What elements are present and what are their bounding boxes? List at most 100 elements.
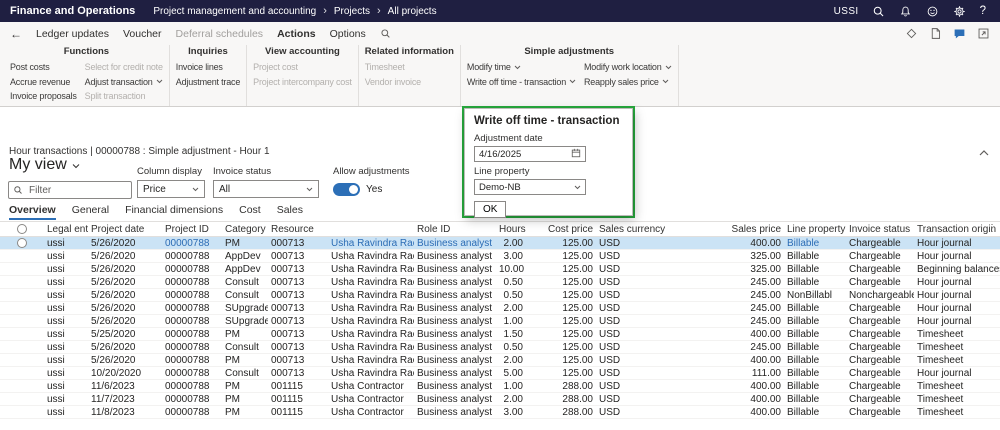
cell-resource_name[interactable]: Usha Contractor	[328, 393, 414, 406]
tab-ledger-updates[interactable]: Ledger updates	[36, 28, 109, 40]
line-property-select[interactable]: Demo-NB	[474, 179, 586, 195]
cell-line_property[interactable]: Billable	[784, 406, 846, 419]
cell-role[interactable]: Business analyst	[414, 289, 496, 302]
grid-tab-overview[interactable]: Overview	[9, 204, 56, 220]
cell-project_id[interactable]: 00000788	[162, 354, 222, 367]
cell-role[interactable]: Business analyst	[414, 406, 496, 419]
column-header-role[interactable]: Role ID	[414, 222, 496, 237]
ribbon-item-invoice-proposals[interactable]: Invoice proposals	[10, 89, 77, 104]
cell-project_id[interactable]: 00000788	[162, 406, 222, 419]
allow-adjustments-toggle[interactable]	[333, 183, 360, 196]
cell-line_property[interactable]: Billable	[784, 354, 846, 367]
cell-resource_name[interactable]: Usha Ravindra Rao	[328, 250, 414, 263]
cell-role[interactable]: Business analyst	[414, 393, 496, 406]
cell-resource_name[interactable]: Usha Ravindra Rao	[328, 354, 414, 367]
cell-project_id[interactable]: 00000788	[162, 250, 222, 263]
invoice-status-select[interactable]: All	[213, 180, 319, 198]
tab-voucher[interactable]: Voucher	[123, 28, 162, 40]
cell-resource_name[interactable]: Usha Ravindra Rao	[328, 341, 414, 354]
cell-project_id[interactable]: 00000788	[162, 380, 222, 393]
cell-project_id[interactable]: 00000788	[162, 367, 222, 380]
column-header-resource_name[interactable]	[328, 222, 414, 237]
grid-tab-cost[interactable]: Cost	[239, 204, 261, 220]
cell-role[interactable]: Business analyst	[414, 328, 496, 341]
breadcrumb-item-all-projects[interactable]: All projects	[388, 6, 437, 17]
table-row[interactable]: ussi5/26/202000000788Consult000713Usha R…	[0, 341, 1000, 354]
company-picker[interactable]: USSI	[834, 6, 859, 17]
column-header-resource[interactable]: Resource	[268, 222, 328, 237]
column-header-project_id[interactable]: Project ID	[162, 222, 222, 237]
action-search-icon[interactable]	[380, 28, 391, 39]
cell-role[interactable]: Business analyst	[414, 367, 496, 380]
cell-line_property[interactable]: Billable	[784, 302, 846, 315]
header-more-icon[interactable]: ⋮	[987, 223, 997, 234]
cell-project_id[interactable]: 00000788	[162, 302, 222, 315]
calendar-icon[interactable]	[571, 148, 581, 161]
cell-resource_name[interactable]: Usha Ravindra Rao	[328, 263, 414, 276]
cell-role[interactable]: Business analyst	[414, 263, 496, 276]
row-selector[interactable]	[0, 302, 44, 315]
grid-tab-general[interactable]: General	[72, 204, 109, 220]
table-row[interactable]: ussi5/26/202000000788SUpgrades000713Usha…	[0, 302, 1000, 315]
share-icon[interactable]	[905, 27, 918, 40]
row-selector[interactable]	[0, 263, 44, 276]
column-header-sales_price[interactable]: Sales price	[684, 222, 784, 237]
column-header-line_property[interactable]: Line property	[784, 222, 846, 237]
ribbon-item-write-off-time-transaction[interactable]: Write off time - transaction	[467, 75, 576, 90]
table-row[interactable]: ussi5/26/202000000788AppDev000713Usha Ra…	[0, 250, 1000, 263]
cell-resource_name[interactable]: Usha Ravindra Rao	[328, 315, 414, 328]
ribbon-item-accrue-revenue[interactable]: Accrue revenue	[10, 75, 77, 90]
table-row[interactable]: ussi5/26/202000000788Consult000713Usha R…	[0, 289, 1000, 302]
cell-project_id[interactable]: 00000788	[162, 237, 222, 250]
ribbon-item-adjustment-trace[interactable]: Adjustment trace	[176, 75, 240, 90]
back-icon[interactable]: ←	[10, 27, 22, 41]
cell-role[interactable]: Business analyst	[414, 250, 496, 263]
cell-line_property[interactable]: Billable	[784, 237, 846, 250]
table-row[interactable]: ussi5/26/202000000788AppDev000713Usha Ra…	[0, 263, 1000, 276]
cell-line_property[interactable]: Billable	[784, 380, 846, 393]
adjustment-date-input[interactable]: 4/16/2025	[474, 146, 586, 162]
cell-resource_name[interactable]: Usha Ravindra Rao	[328, 302, 414, 315]
row-selector[interactable]	[0, 367, 44, 380]
app-title[interactable]: Finance and Operations	[0, 5, 153, 17]
feedback-icon[interactable]	[926, 4, 940, 18]
breadcrumb-item-project-management-and-accounting[interactable]: Project management and accounting	[153, 6, 316, 17]
row-selector[interactable]	[0, 250, 44, 263]
cell-resource_name[interactable]: Usha Ravindra Rao	[328, 367, 414, 380]
cell-project_id[interactable]: 00000788	[162, 341, 222, 354]
help-icon[interactable]: ?	[980, 5, 986, 17]
cell-resource_name[interactable]: Usha Contractor	[328, 380, 414, 393]
row-selector[interactable]	[0, 341, 44, 354]
attachments-icon[interactable]	[929, 27, 942, 40]
table-row[interactable]: ussi5/25/202000000788PM000713Usha Ravind…	[0, 328, 1000, 341]
cell-line_property[interactable]: Billable	[784, 341, 846, 354]
ribbon-item-modify-time[interactable]: Modify time	[467, 60, 576, 75]
cell-line_property[interactable]: Billable	[784, 276, 846, 289]
row-selector[interactable]	[0, 276, 44, 289]
table-row[interactable]: ussi10/20/202000000788Consult000713Usha …	[0, 367, 1000, 380]
column-header-invoice_status[interactable]: Invoice status	[846, 222, 914, 237]
filter-input[interactable]	[27, 184, 127, 197]
settings-icon[interactable]	[953, 4, 967, 18]
column-header-sales_currency[interactable]: Sales currency	[596, 222, 684, 237]
ribbon-item-modify-work-location[interactable]: Modify work location	[584, 60, 672, 75]
row-selector[interactable]	[0, 406, 44, 419]
cell-resource_name[interactable]: Usha Ravindra Rao	[328, 276, 414, 289]
select-all-circle[interactable]	[17, 224, 27, 234]
row-selector[interactable]	[0, 328, 44, 341]
row-selector[interactable]	[0, 289, 44, 302]
row-select-circle[interactable]	[17, 238, 27, 248]
row-selector[interactable]	[0, 393, 44, 406]
cell-resource_name[interactable]: Usha Ravindra Rao	[328, 237, 414, 250]
column-header-legal_entity[interactable]: Legal entity	[44, 222, 88, 237]
cell-line_property[interactable]: Billable	[784, 250, 846, 263]
table-row[interactable]: ussi11/7/202300000788PM001115Usha Contra…	[0, 393, 1000, 406]
table-row[interactable]: ussi11/8/202300000788PM001115Usha Contra…	[0, 406, 1000, 419]
grid-tab-sales[interactable]: Sales	[277, 204, 303, 220]
cell-line_property[interactable]: Billable	[784, 263, 846, 276]
tab-options[interactable]: Options	[330, 28, 366, 40]
row-selector[interactable]	[0, 315, 44, 328]
cell-resource_name[interactable]: Usha Ravindra Rao	[328, 289, 414, 302]
table-row[interactable]: ussi11/6/202300000788PM001115Usha Contra…	[0, 380, 1000, 393]
cell-line_property[interactable]: Billable	[784, 393, 846, 406]
